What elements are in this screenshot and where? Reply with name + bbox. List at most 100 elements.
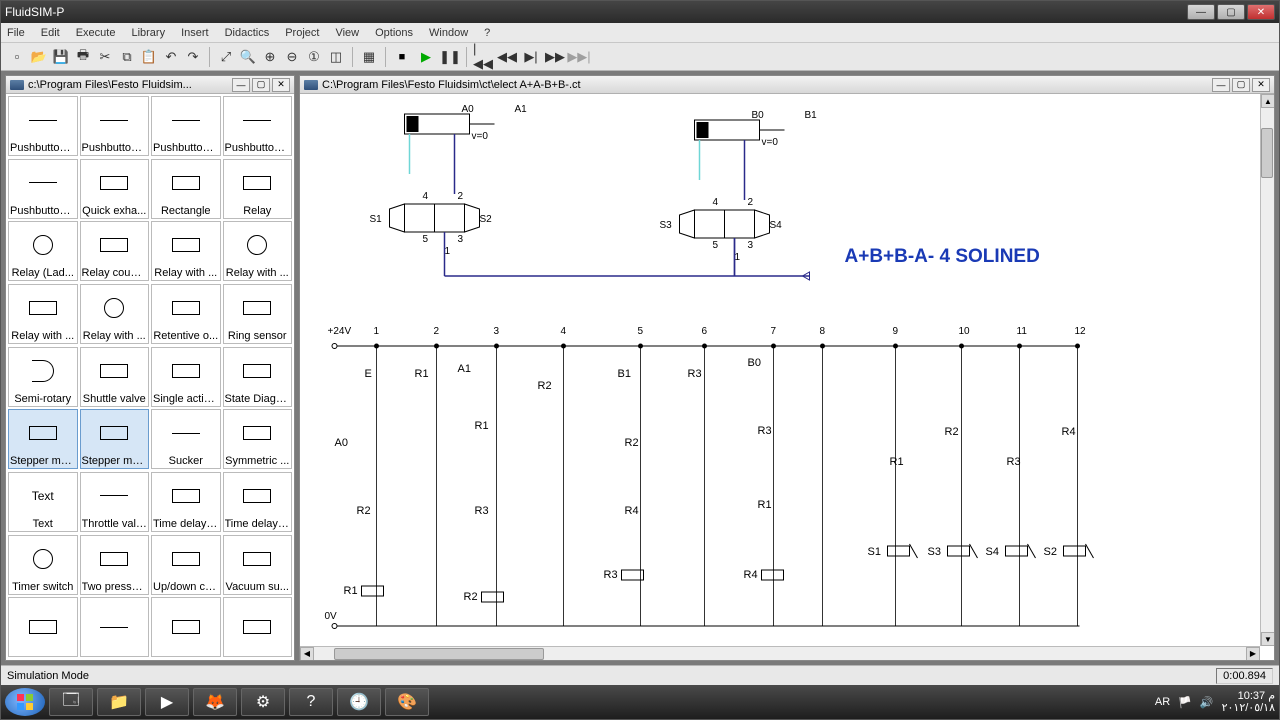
vertical-scrollbar[interactable]: ▲▼	[1260, 94, 1274, 646]
windows-taskbar[interactable]: 🗔📁▶🦊⚙?🕘🎨 AR 🏳️ 🔊 10:37 م ٢٠١٢/٠٥/١٨	[1, 685, 1279, 719]
sim-fwd-button[interactable]: ▶▶	[545, 47, 565, 67]
copy-icon[interactable]: ⧉	[117, 47, 137, 67]
paint-icon[interactable]: 🎨	[385, 688, 429, 716]
palette-item[interactable]: Up/down co...	[151, 535, 221, 595]
sim-last-button[interactable]: ▶▶|	[569, 47, 589, 67]
palette-item[interactable]	[80, 597, 150, 657]
menu-edit[interactable]: Edit	[41, 27, 60, 39]
zoom-fit-icon[interactable]: ⤢	[216, 47, 236, 67]
palette-item[interactable]: Sucker	[151, 409, 221, 469]
pane-max-button[interactable]: ▢	[1232, 78, 1250, 92]
palette-item[interactable]: TextText	[8, 472, 78, 532]
palette-item[interactable]: Shuttle valve	[80, 347, 150, 407]
pane-max-button[interactable]: ▢	[252, 78, 270, 92]
palette-item[interactable]: State Diagram	[223, 347, 293, 407]
canvas-area[interactable]: A0 A1 v=0 S1 S2 4	[300, 94, 1274, 660]
schematic-canvas[interactable]: A0 A1 v=0 S1 S2 4	[300, 94, 1274, 660]
grid-toggle-button[interactable]: ▦	[359, 47, 379, 67]
pane-close-button[interactable]: ✕	[272, 78, 290, 92]
start-button[interactable]	[5, 688, 45, 716]
tray-lang-indicator[interactable]: AR	[1155, 696, 1170, 708]
palette-item[interactable]	[8, 597, 78, 657]
tray-clock[interactable]: 10:37 م ٢٠١٢/٠٥/١٨	[1222, 690, 1275, 714]
save-icon[interactable]: 💾	[51, 47, 71, 67]
palette-item[interactable]: Semi-rotary	[8, 347, 78, 407]
open-icon[interactable]: 📂	[29, 47, 49, 67]
palette-item[interactable]: Stepper mo...	[8, 409, 78, 469]
sim-step-button[interactable]: ▶|	[521, 47, 541, 67]
menu-[interactable]: ?	[484, 27, 490, 39]
valve-a[interactable]: S1 S2 4 2 5 3 1	[370, 191, 493, 276]
valve-b[interactable]: S3 S4 4 2 5 3 1	[660, 197, 783, 276]
sim-first-button[interactable]: |◀◀	[473, 47, 493, 67]
stop-button[interactable]: ■	[392, 47, 412, 67]
help-icon[interactable]: ?	[289, 688, 333, 716]
menu-project[interactable]: Project	[285, 27, 319, 39]
palette-item[interactable]	[223, 597, 293, 657]
palette-item[interactable]: Two pressur...	[80, 535, 150, 595]
zoom-out-icon[interactable]: ⊖	[282, 47, 302, 67]
palette-item[interactable]: Relay with ...	[8, 284, 78, 344]
palette-item[interactable]	[151, 597, 221, 657]
sim-back-button[interactable]: ◀◀	[497, 47, 517, 67]
menu-didactics[interactable]: Didactics	[225, 27, 270, 39]
minimize-button[interactable]: —	[1187, 4, 1215, 20]
media-player-icon[interactable]: ▶	[145, 688, 189, 716]
palette-item[interactable]: Ring sensor	[223, 284, 293, 344]
menu-view[interactable]: View	[335, 27, 359, 39]
cut-icon[interactable]: ✂	[95, 47, 115, 67]
circuit-pane-titlebar[interactable]: C:\Program Files\Festo Fluidsim\ct\elect…	[300, 76, 1274, 94]
new-file-icon[interactable]: ▫	[7, 47, 27, 67]
palette-item[interactable]: Pushbutton ...	[223, 96, 293, 156]
pause-button[interactable]: ❚❚	[440, 47, 460, 67]
palette-item[interactable]: Relay with ...	[151, 221, 221, 281]
menu-file[interactable]: File	[7, 27, 25, 39]
component-palette[interactable]: Pushbutton ...Pushbutton ...Pushbutton .…	[6, 94, 294, 660]
paste-icon[interactable]: 📋	[139, 47, 159, 67]
play-button[interactable]: ▶	[416, 47, 436, 67]
pane-min-button[interactable]: —	[1212, 78, 1230, 92]
palette-item[interactable]: Relay with ...	[80, 284, 150, 344]
palette-item[interactable]: Single actin...	[151, 347, 221, 407]
menu-options[interactable]: Options	[375, 27, 413, 39]
horizontal-scrollbar[interactable]: ◀▶	[300, 646, 1260, 660]
close-button[interactable]: ✕	[1247, 4, 1275, 20]
maximize-button[interactable]: ▢	[1217, 4, 1245, 20]
menu-window[interactable]: Window	[429, 27, 468, 39]
palette-item[interactable]: Relay	[223, 159, 293, 219]
zoom-area-icon[interactable]: 🔍	[238, 47, 258, 67]
palette-item[interactable]: Vacuum su...	[223, 535, 293, 595]
tray-volume-icon[interactable]: 🔊	[1200, 696, 1214, 709]
pane-min-button[interactable]: —	[232, 78, 250, 92]
undo-icon[interactable]: ↶	[161, 47, 181, 67]
zoom-in-icon[interactable]: ⊕	[260, 47, 280, 67]
palette-item[interactable]: Pushbutton ...	[8, 96, 78, 156]
palette-item[interactable]: Relay counter	[80, 221, 150, 281]
print-icon[interactable]: 🖶	[73, 47, 93, 67]
palette-item[interactable]: Symmetric ...	[223, 409, 293, 469]
palette-item[interactable]: Relay (Lad...	[8, 221, 78, 281]
redo-icon[interactable]: ↷	[183, 47, 203, 67]
palette-item[interactable]: Time delay ...	[151, 472, 221, 532]
palette-item[interactable]: Pushbutton ...	[151, 96, 221, 156]
palette-item[interactable]: Rectangle	[151, 159, 221, 219]
palette-item[interactable]: Pushbutton ...	[8, 159, 78, 219]
palette-item[interactable]: Timer switch	[8, 535, 78, 595]
palette-item[interactable]: Throttle valve	[80, 472, 150, 532]
zoom-sel-icon[interactable]: ◫	[326, 47, 346, 67]
firefox-icon[interactable]: 🦊	[193, 688, 237, 716]
palette-item[interactable]: Time delay ...	[223, 472, 293, 532]
clock-icon[interactable]: 🕘	[337, 688, 381, 716]
palette-item[interactable]: Pushbutton ...	[80, 96, 150, 156]
menu-insert[interactable]: Insert	[181, 27, 209, 39]
palette-item[interactable]: Retentive o...	[151, 284, 221, 344]
schematic-svg[interactable]: A0 A1 v=0 S1 S2 4	[300, 94, 1274, 639]
title-bar[interactable]: FluidSIM-P — ▢ ✕	[1, 1, 1279, 23]
fluidsim-icon[interactable]: ⚙	[241, 688, 285, 716]
palette-item[interactable]: Quick exha...	[80, 159, 150, 219]
palette-item[interactable]: Stepper mo...	[80, 409, 150, 469]
ladder-components[interactable]: E A0 R1 R2 R1 A1 R1 R3 R2	[335, 357, 1094, 603]
folder-icon[interactable]: 📁	[97, 688, 141, 716]
menu-library[interactable]: Library	[131, 27, 165, 39]
zoom-1-icon[interactable]: ①	[304, 47, 324, 67]
